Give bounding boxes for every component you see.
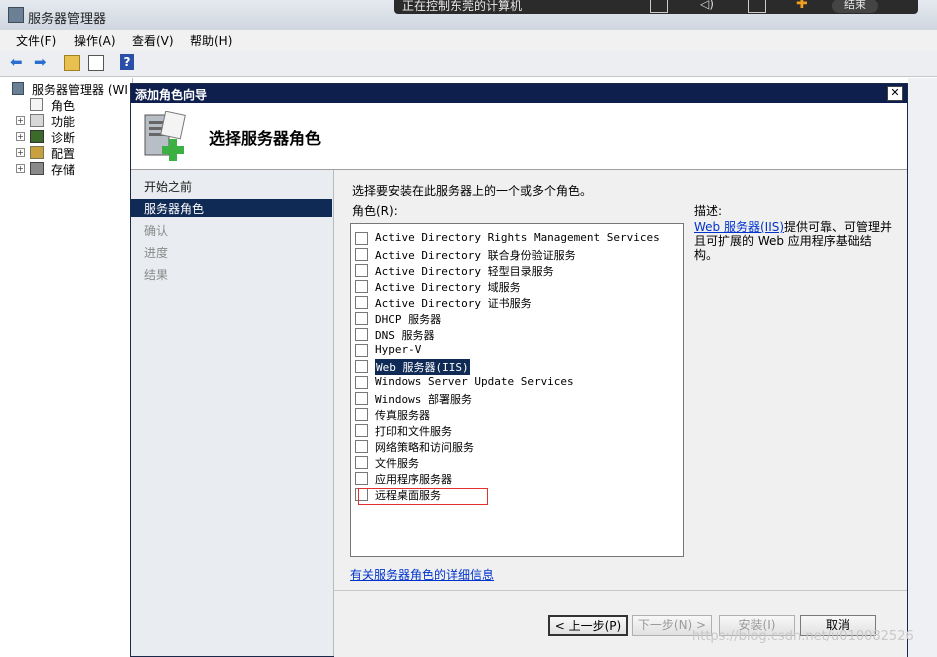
step-server-roles[interactable]: 服务器角色 <box>144 200 204 218</box>
roles-list: Active Directory Rights Management Servi… <box>350 223 684 557</box>
tree-pane: 服务器管理器 (WI 角色 + 功能 + 诊断 + 配置 + 存储 <box>0 78 133 657</box>
role-checkbox[interactable] <box>355 392 368 405</box>
menu-file[interactable]: 文件(F) <box>16 32 56 49</box>
role-label: DNS 服务器 <box>375 329 435 342</box>
role-label: 打印和文件服务 <box>375 425 452 438</box>
role-checkbox[interactable] <box>355 248 368 261</box>
role-checkbox[interactable] <box>355 232 368 245</box>
configuration-icon <box>30 146 44 159</box>
menu-view[interactable]: 查看(V) <box>132 32 174 49</box>
role-label: Hyper-V <box>375 343 422 356</box>
details-pane-edge <box>908 78 937 657</box>
wizard-title: 添加角色向导 <box>135 88 208 102</box>
role-checkbox[interactable] <box>355 360 368 373</box>
role-checkbox[interactable] <box>355 376 368 389</box>
expand-icon[interactable]: + <box>16 116 25 125</box>
description-text: Web 服务器(IIS)提供可靠、可管理并且可扩展的 Web 应用程序基础结构。 <box>694 220 894 262</box>
role-checkbox[interactable] <box>355 472 368 485</box>
window-icon[interactable] <box>748 0 766 13</box>
red-highlight-box <box>358 488 488 505</box>
role-label: Active Directory 联合身份验证服务 <box>375 249 576 262</box>
expand-icon[interactable]: + <box>16 132 25 141</box>
instruction-text: 选择要安装在此服务器上的一个或多个角色。 <box>352 184 593 198</box>
watermark: https://blog.csdn.net/u010082526 <box>692 629 914 644</box>
role-checkbox[interactable] <box>355 280 368 293</box>
features-icon <box>30 114 44 127</box>
tree-item-label: 角色 <box>51 99 76 113</box>
toolbar: ⬅ ➡ ? <box>0 50 937 77</box>
role-label: 文件服务 <box>375 457 419 470</box>
role-label: Windows Server Update Services <box>375 375 574 388</box>
role-checkbox[interactable] <box>355 264 368 277</box>
diagnostics-icon <box>30 130 44 143</box>
role-label: Windows 部署服务 <box>375 393 472 406</box>
add-roles-wizard: 添加角色向导 ✕ 选择服务器角色 开始之前 服务器角色 确认 进度 结果 选择要… <box>130 83 908 657</box>
role-label: Active Directory Rights Management Servi… <box>375 231 660 244</box>
pin-icon[interactable]: ✚ <box>796 0 808 12</box>
role-label: Active Directory 域服务 <box>375 281 521 294</box>
menu-action[interactable]: 操作(A) <box>74 32 116 49</box>
tree-item-label: 功能 <box>51 115 76 129</box>
prev-button[interactable]: < 上一步(P) <box>548 615 628 636</box>
role-label: Active Directory 轻型目录服务 <box>375 265 554 278</box>
up-folder-icon[interactable] <box>64 55 80 71</box>
forward-arrow-icon[interactable]: ➡ <box>34 53 52 71</box>
role-label: Web 服务器(IIS) <box>375 359 470 375</box>
step-confirmation: 确认 <box>144 224 169 238</box>
role-label: 传真服务器 <box>375 409 430 422</box>
page-title: 选择服务器角色 <box>209 129 322 148</box>
step-before-you-begin[interactable]: 开始之前 <box>144 178 192 196</box>
role-checkbox[interactable] <box>355 344 368 357</box>
server-icon <box>12 82 24 95</box>
more-info-link[interactable]: 有关服务器角色的详细信息 <box>350 566 494 583</box>
role-checkbox[interactable] <box>355 440 368 453</box>
role-label: DHCP 服务器 <box>375 313 442 326</box>
expand-icon[interactable]: + <box>16 164 25 173</box>
remote-control-bar: 正在控制东莞的计算机 ◁) ✚ 结束 <box>394 0 918 14</box>
role-checkbox[interactable] <box>355 296 368 309</box>
step-results: 结果 <box>144 268 169 282</box>
back-arrow-icon[interactable]: ⬅ <box>10 53 28 71</box>
end-session-button[interactable]: 结束 <box>832 0 878 13</box>
roles-label: 角色(R): <box>352 204 398 218</box>
server-roles-icon <box>144 111 186 161</box>
screenshot-icon[interactable] <box>650 0 668 13</box>
remote-control-label: 正在控制东莞的计算机 <box>402 0 523 13</box>
role-checkbox[interactable] <box>355 424 368 437</box>
wizard-titlebar: 添加角色向导 ✕ <box>131 84 907 103</box>
step-progress: 进度 <box>144 246 169 260</box>
tree-item-label: 存储 <box>51 163 76 177</box>
role-label: 网络策略和访问服务 <box>375 441 474 454</box>
role-checkbox[interactable] <box>355 456 368 469</box>
help-icon[interactable]: ? <box>120 54 134 70</box>
server-manager-icon <box>8 7 24 23</box>
menu-help[interactable]: 帮助(H) <box>190 32 232 49</box>
volume-icon[interactable]: ◁) <box>700 0 716 11</box>
show-hide-tree-icon[interactable] <box>88 55 104 71</box>
wizard-content: 选择要安装在此服务器上的一个或多个角色。 角色(R): 描述: Web 服务器(… <box>334 170 907 590</box>
window-title: 服务器管理器 <box>28 12 107 27</box>
wizard-steps: 开始之前 服务器角色 确认 进度 结果 <box>131 170 334 656</box>
role-label: Active Directory 证书服务 <box>375 297 532 310</box>
storage-icon <box>30 162 44 175</box>
tree-root-label: 服务器管理器 (WI <box>32 83 128 97</box>
menu-bar: 文件(F) 操作(A) 查看(V) 帮助(H) <box>0 30 937 50</box>
role-checkbox[interactable] <box>355 312 368 325</box>
role-checkbox[interactable] <box>355 328 368 341</box>
wizard-header: 选择服务器角色 <box>131 103 907 170</box>
description-link[interactable]: Web 服务器(IIS) <box>694 220 784 234</box>
role-label: 应用程序服务器 <box>375 473 452 486</box>
roles-icon <box>30 98 43 111</box>
role-checkbox[interactable] <box>355 408 368 421</box>
expand-icon[interactable]: + <box>16 148 25 157</box>
tree-item-label: 诊断 <box>51 131 76 145</box>
description-label: 描述: <box>694 204 723 218</box>
wizard-footer: < 上一步(P) 下一步(N) > 安装(I) 取消 <box>334 590 907 657</box>
close-icon[interactable]: ✕ <box>887 86 903 101</box>
tree-item-label: 配置 <box>51 147 76 161</box>
